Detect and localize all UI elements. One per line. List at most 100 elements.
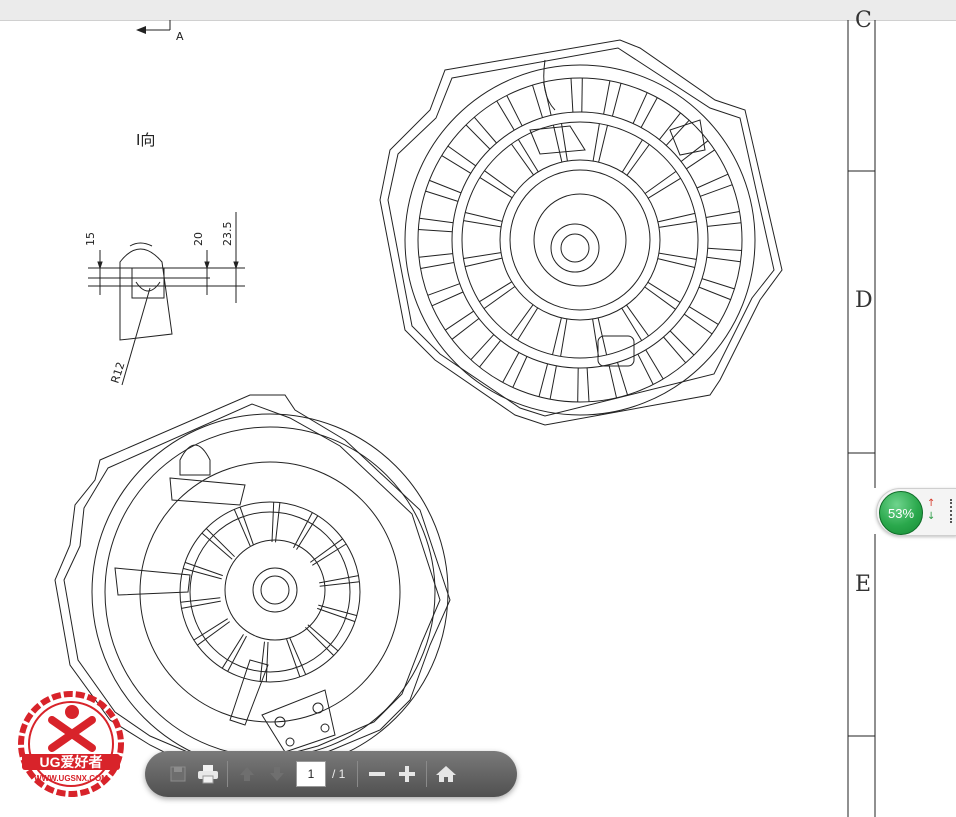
- part-view-top: [379, 39, 783, 426]
- rib-line: [658, 252, 697, 260]
- toolbar-separator: [357, 761, 359, 787]
- rib-line: [608, 364, 617, 398]
- rib-line: [659, 112, 681, 140]
- home-icon: [436, 766, 457, 782]
- rib-line: [552, 124, 563, 163]
- rib-line: [420, 262, 455, 269]
- rib-line: [465, 124, 491, 150]
- rib-line: [611, 83, 622, 117]
- rib-line: [552, 317, 562, 355]
- ribs-bottom: [180, 502, 360, 682]
- rib-line: [305, 626, 335, 656]
- rib-line: [512, 356, 528, 388]
- dim-20: 20: [192, 232, 205, 246]
- rib-line: [561, 123, 568, 162]
- rib-line: [429, 179, 462, 194]
- rib-line: [310, 538, 343, 563]
- rib-line: [197, 621, 230, 646]
- section-arrow-label: A: [176, 30, 184, 43]
- zone-label-d: D: [855, 288, 873, 313]
- rib-line: [205, 528, 235, 558]
- zoom-in-icon: [399, 766, 416, 782]
- rib-line: [665, 119, 690, 146]
- logo-brand: UG爱好者: [40, 754, 103, 770]
- rib-line: [463, 252, 502, 259]
- rib-line: [538, 363, 549, 397]
- rib-line: [549, 365, 557, 400]
- dim-15: 15: [84, 232, 97, 246]
- rib-line: [706, 256, 741, 263]
- rib-line: [441, 155, 472, 174]
- download-arrow-icon: ↓: [927, 511, 936, 522]
- home-button[interactable]: [431, 759, 461, 789]
- rib-line: [698, 286, 731, 301]
- rib-line: [447, 145, 476, 167]
- rib-line: [586, 367, 590, 402]
- viewer-toolbar: 1 / 1: [145, 751, 517, 797]
- rib-line: [425, 190, 459, 202]
- rib-line: [577, 367, 579, 403]
- gauge-handle-icon[interactable]: [950, 499, 956, 523]
- rib-line: [180, 597, 221, 603]
- page-total: / 1: [332, 767, 346, 781]
- rib-line: [418, 253, 453, 258]
- ribs-top: [418, 77, 742, 403]
- viewer-top-bar: [0, 0, 956, 21]
- rib-line: [479, 340, 501, 368]
- rib-line: [201, 532, 233, 560]
- rib-line: [603, 80, 611, 115]
- rib-line: [705, 211, 740, 218]
- rib-line: [640, 97, 658, 128]
- rib-line: [451, 318, 480, 340]
- rib-line: [657, 258, 695, 268]
- rib-line: [688, 306, 719, 325]
- speed-gauge-widget[interactable]: 53% ↑ ↓: [876, 488, 956, 536]
- rib-line: [570, 78, 574, 113]
- rib-line: [275, 502, 281, 543]
- rib-line: [465, 212, 503, 222]
- ug-logo: UG爱好者 WWW.UGSNX.COM: [18, 691, 124, 797]
- rib-line: [319, 581, 360, 587]
- rib-line: [669, 330, 695, 356]
- rib-line: [696, 173, 729, 189]
- title-frame: [847, 20, 876, 817]
- logo-url: WWW.UGSNX.COM: [34, 774, 108, 783]
- rib-line: [445, 310, 474, 331]
- rib-line: [701, 278, 735, 290]
- page-number-input[interactable]: 1: [296, 761, 326, 787]
- rib-line: [543, 82, 552, 116]
- page-down-button[interactable]: [262, 759, 292, 789]
- rib-line: [419, 217, 454, 224]
- rib-line: [700, 184, 733, 197]
- rib-line: [707, 247, 742, 251]
- rib-line: [598, 125, 608, 163]
- rib-line: [227, 635, 247, 672]
- rib-line: [657, 212, 696, 223]
- rib-line: [427, 283, 460, 296]
- rib-line: [680, 140, 709, 162]
- print-button[interactable]: [193, 759, 223, 789]
- zone-label-c: C: [855, 8, 872, 33]
- rib-line: [560, 318, 568, 357]
- rib-line: [271, 502, 275, 543]
- zoom-in-button[interactable]: [392, 759, 422, 789]
- rib-line: [707, 222, 742, 227]
- zoom-out-icon: [369, 772, 386, 776]
- rib-line: [418, 229, 453, 233]
- gauge-percent[interactable]: 53%: [879, 491, 923, 535]
- rib-line: [592, 318, 599, 357]
- cad-drawing: A I向 15 20 23.5 R12: [54, 20, 876, 817]
- rib-line: [463, 220, 502, 228]
- rib-line: [663, 336, 687, 364]
- page-up-button[interactable]: [232, 759, 262, 789]
- rib-line: [319, 575, 359, 584]
- zone-label-e: E: [855, 572, 872, 597]
- section-arrow: A: [136, 20, 184, 43]
- rib-line: [265, 641, 269, 682]
- page-down-icon: [270, 767, 284, 781]
- dim-23-5: 23.5: [221, 222, 234, 247]
- save-button[interactable]: [163, 759, 193, 789]
- rib-line: [581, 77, 583, 113]
- zoom-out-button[interactable]: [362, 759, 392, 789]
- dim-radius: R12: [108, 360, 127, 385]
